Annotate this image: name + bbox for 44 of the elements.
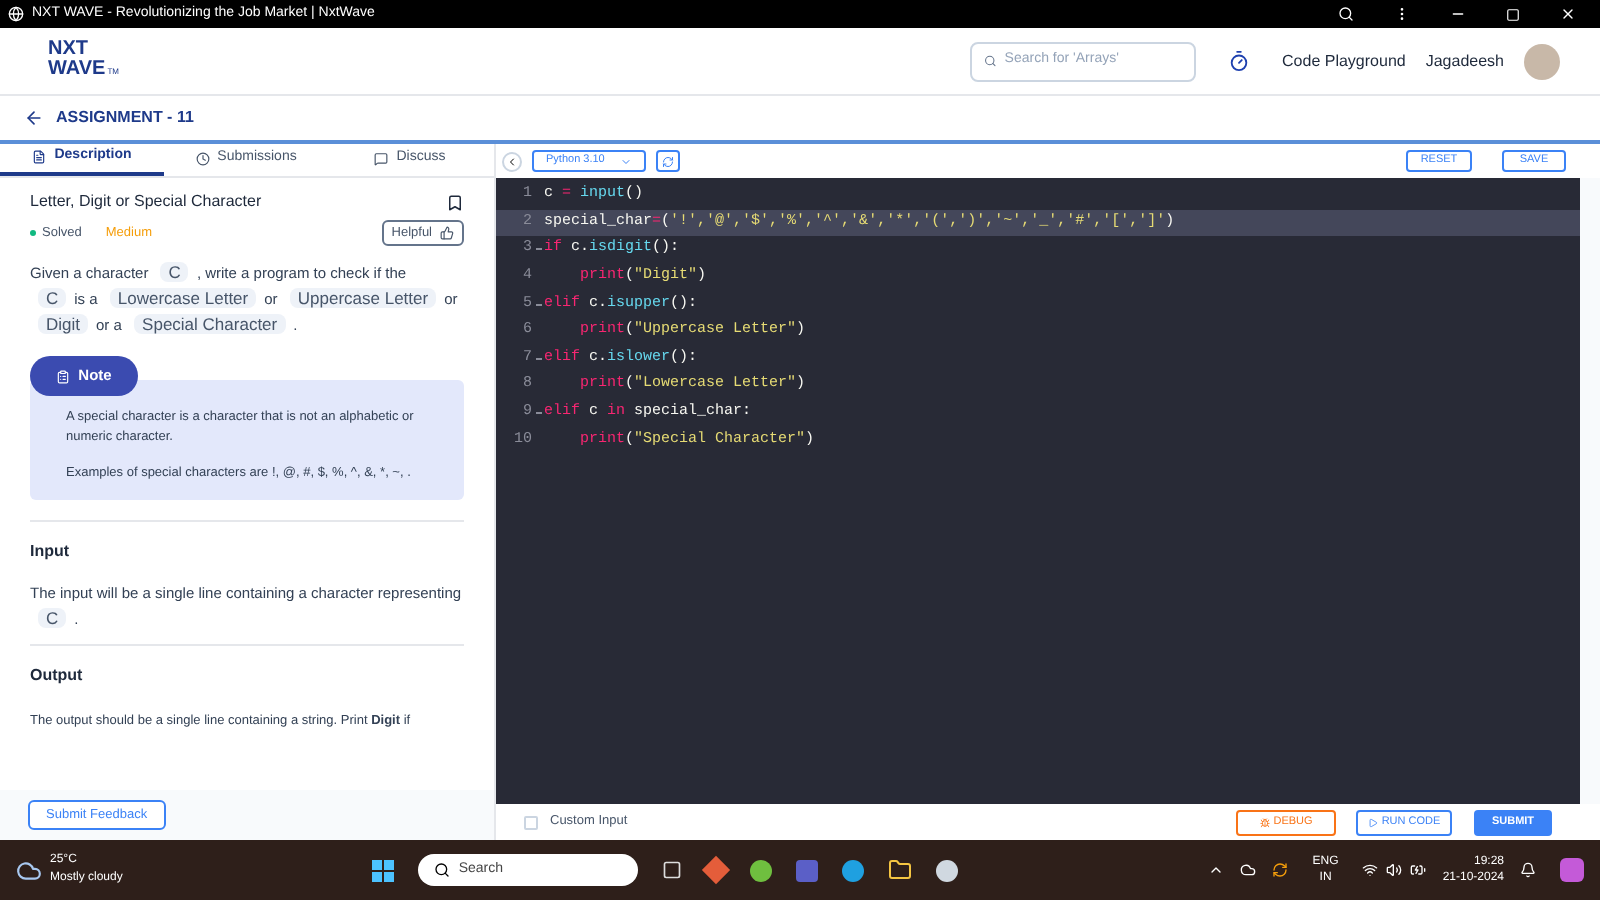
fold-marker-icon[interactable] (535, 412, 541, 415)
bug-icon (1259, 817, 1270, 827)
browser-icon (8, 6, 24, 22)
user-name[interactable]: Jagadeesh (1425, 49, 1504, 73)
cloud-icon[interactable] (1240, 862, 1257, 878)
back-arrow-icon[interactable] (24, 108, 44, 128)
search-icon[interactable] (1338, 6, 1354, 22)
wifi-icon[interactable] (1362, 862, 1379, 878)
play-icon (1367, 817, 1378, 827)
start-icon[interactable] (372, 859, 395, 881)
thumbs-up-icon (440, 226, 454, 240)
clock-icon (195, 152, 210, 166)
weather-icon[interactable] (16, 857, 42, 883)
document-icon (32, 150, 47, 164)
browser-icon[interactable] (842, 859, 865, 881)
settings-button[interactable] (656, 150, 681, 172)
task-view-icon[interactable] (662, 860, 683, 880)
section-heading: Input (30, 540, 72, 564)
clipboard-icon (56, 369, 71, 383)
assignment-title: ASSIGNMENT - 11 (56, 106, 194, 130)
problem-title: Letter, Digit or Special Character (30, 190, 262, 214)
search-icon (984, 54, 997, 68)
chevron-up-icon[interactable] (1208, 862, 1225, 878)
caret-icon (620, 155, 633, 167)
sync-icon[interactable] (1272, 862, 1289, 878)
chevron-left-icon (506, 155, 518, 167)
refresh-icon (662, 155, 675, 167)
maximize-icon[interactable] (1506, 7, 1520, 21)
section-heading: Output (30, 664, 85, 688)
volume-icon[interactable] (1386, 862, 1403, 878)
battery-icon[interactable] (1410, 862, 1427, 878)
custom-input-checkbox[interactable] (524, 815, 538, 829)
notification-icon[interactable] (1520, 862, 1537, 878)
chat-icon (374, 152, 389, 166)
app-icon[interactable] (750, 859, 773, 881)
folder-icon[interactable] (888, 858, 913, 882)
nav-link[interactable]: Code Playground (1282, 49, 1406, 73)
stopwatch-icon[interactable] (1228, 50, 1251, 72)
collapse-button[interactable] (502, 151, 522, 171)
app-icon[interactable] (936, 859, 959, 881)
bookmark-icon[interactable] (446, 193, 464, 211)
fold-marker-icon[interactable] (535, 357, 541, 360)
search-icon (434, 862, 451, 878)
close-icon[interactable] (1560, 6, 1576, 22)
